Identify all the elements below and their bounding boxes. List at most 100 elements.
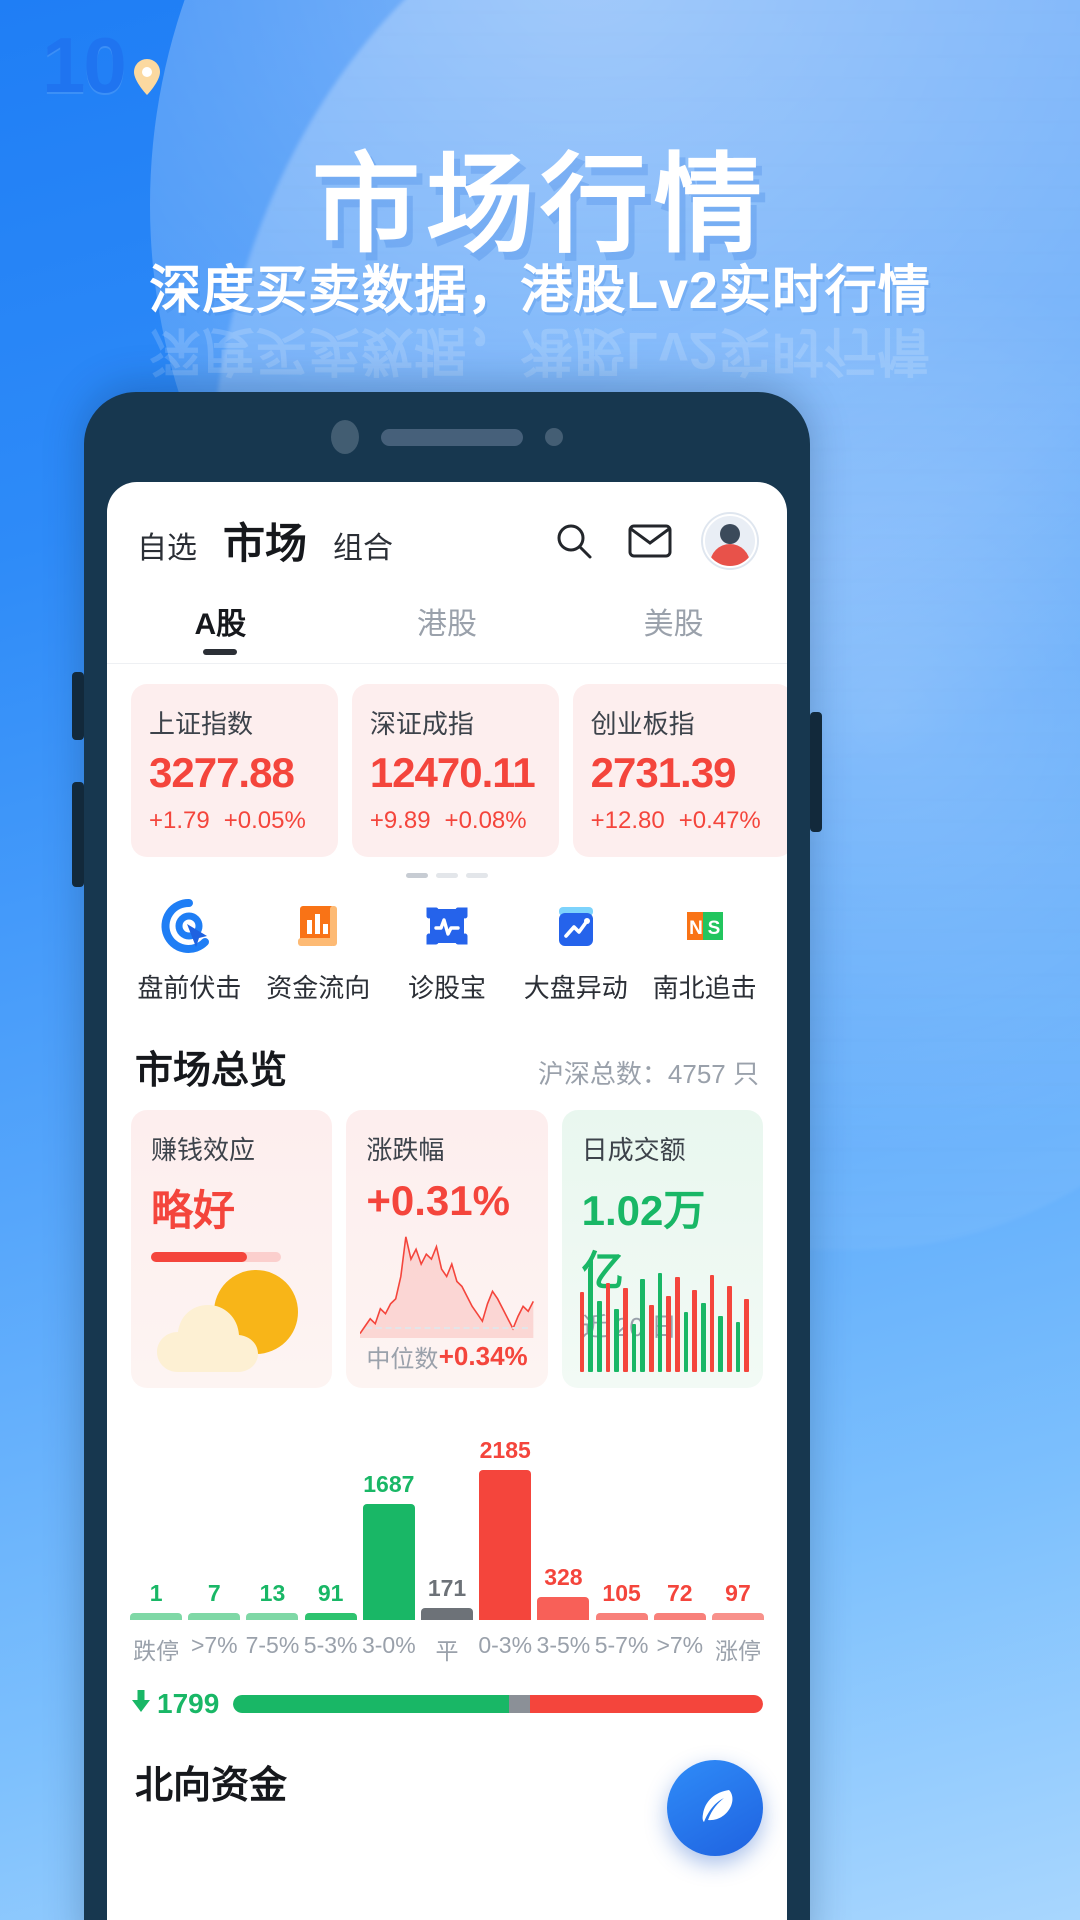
phone-button-left-bottom xyxy=(72,782,84,887)
quick-action-label: 南北追击 xyxy=(652,973,757,1003)
avatar-head xyxy=(720,523,740,544)
carousel-dot[interactable] xyxy=(406,873,428,878)
overview-card-value: +0.31% xyxy=(366,1177,510,1224)
quick-action-label: 大盘异动 xyxy=(523,973,628,1003)
volume-bar xyxy=(666,1296,672,1372)
distribution-value-label: 1 xyxy=(149,1580,163,1606)
distribution-bar xyxy=(246,1613,299,1620)
quick-action-north-south[interactable]: N S 南北追击 xyxy=(640,896,769,1005)
index-card[interactable]: 创业板指 2731.39 +12.80 +0.47% xyxy=(572,684,787,857)
carousel-dot[interactable] xyxy=(466,873,488,878)
mail-icon[interactable] xyxy=(627,518,673,564)
index-card[interactable]: 深证成指 12470.11 +9.89 +0.08% xyxy=(351,684,559,857)
index-change-pct: +0.08% xyxy=(444,807,527,834)
volume-bar xyxy=(744,1298,750,1372)
quick-action-diagnose[interactable]: 诊股宝 xyxy=(383,896,512,1005)
volume-bar xyxy=(683,1311,689,1372)
quick-action-label: 诊股宝 xyxy=(407,973,486,1003)
trend-up-card-icon xyxy=(546,896,606,956)
brand-logo-text: 10 xyxy=(42,21,127,109)
distribution-axis-labels: 跌停 >7% 7-5% 5-3% 3-0% 平 0-3% 3-5% 5-7% >7% 涨停 xyxy=(129,1620,765,1666)
distribution-bar xyxy=(537,1597,590,1620)
quick-action-premarket[interactable]: 盘前伏击 xyxy=(125,896,254,1005)
carousel-dot[interactable] xyxy=(436,873,458,878)
index-name: 深证成指 xyxy=(369,709,474,739)
index-change-abs: +12.80 xyxy=(590,807,665,834)
app-screen: 自选 市场 组合 A股 港股 美股 上证指数 3277.88 +1.79 +0.… xyxy=(107,482,787,1920)
nav-tab-watchlist[interactable]: 自选 xyxy=(137,523,197,567)
index-value: 2731.39 xyxy=(590,749,737,796)
section-title: 市场总览 xyxy=(135,1050,288,1092)
distribution-value-label: 171 xyxy=(427,1575,467,1602)
market-overview-header: 市场总览 沪深总数：4757 只 xyxy=(107,1013,787,1106)
distribution-value-label: 91 xyxy=(317,1580,344,1606)
distribution-category-label: 跌停 xyxy=(133,1638,180,1664)
distribution-category-label: >7% xyxy=(190,1632,238,1658)
distribution-column: 72 xyxy=(653,1410,707,1620)
promo-subtitle: 深度买卖数据，港股Lv2实时行情 xyxy=(149,262,931,320)
quick-action-market-moves[interactable]: 大盘异动 xyxy=(511,896,640,1005)
distribution-value-label: 97 xyxy=(725,1580,751,1606)
distribution-bar xyxy=(304,1613,357,1620)
avatar[interactable] xyxy=(703,513,757,568)
tab-us-shares[interactable]: 美股 xyxy=(560,589,787,663)
overview-card-money-effect[interactable]: 赚钱效应 略好 xyxy=(131,1110,333,1388)
distribution-category-label: >7% xyxy=(656,1632,704,1658)
compose-fab-button[interactable] xyxy=(667,1760,763,1856)
quick-action-row: 盘前伏击 资金流向 诊股宝 大盘异动 N S 南北追击 xyxy=(107,882,787,1013)
volume-bar xyxy=(649,1305,654,1372)
search-icon[interactable] xyxy=(551,518,597,564)
distribution-value-label: 328 xyxy=(544,1564,583,1591)
phone-sensor-dot xyxy=(545,428,563,446)
nav-tab-portfolio[interactable]: 组合 xyxy=(333,523,393,567)
distribution-column: 171 xyxy=(420,1410,474,1620)
overview-card-label: 涨跌幅 xyxy=(366,1135,445,1165)
index-change-pct: +0.05% xyxy=(223,807,306,834)
svg-text:N: N xyxy=(689,918,703,939)
index-name: 创业板指 xyxy=(590,709,695,739)
volume-bar xyxy=(623,1287,628,1372)
volume-bar xyxy=(692,1289,698,1372)
quick-action-fundflow[interactable]: 资金流向 xyxy=(254,896,383,1005)
distribution-value-label: 7 xyxy=(207,1580,221,1606)
distribution-column: 328 xyxy=(536,1410,590,1620)
volume-bar xyxy=(614,1309,620,1372)
volume-bar xyxy=(588,1268,593,1372)
distribution-column: 97 xyxy=(711,1410,765,1620)
volume-bar xyxy=(605,1283,611,1372)
ratio-segment xyxy=(508,1695,530,1713)
volume-bar xyxy=(735,1322,741,1372)
distribution-column: 91 xyxy=(304,1410,358,1620)
overview-card-footer: 中位数 +0.34% xyxy=(366,1327,528,1374)
down-count-group: 1799 xyxy=(131,1688,219,1720)
nav-tab-market[interactable]: 市场 xyxy=(223,510,307,571)
target-cursor-icon xyxy=(159,896,219,956)
distribution-category-label: 3-5% xyxy=(536,1632,591,1658)
index-change: +1.79 +0.05% xyxy=(149,807,320,835)
tab-hk-shares[interactable]: 港股 xyxy=(334,589,561,663)
distribution-value-label: 2185 xyxy=(479,1437,531,1463)
index-change-abs: +1.79 xyxy=(149,807,210,834)
volume-bar xyxy=(579,1292,585,1372)
distribution-value-label: 72 xyxy=(666,1580,693,1606)
index-card[interactable]: 上证指数 3277.88 +1.79 +0.05% xyxy=(131,684,338,857)
overview-card-change[interactable]: 涨跌幅 +0.31% 中位数 +0.34% xyxy=(346,1110,548,1388)
carousel-dots[interactable] xyxy=(107,857,787,882)
quick-action-label: 资金流向 xyxy=(266,973,371,1003)
volume-bar xyxy=(709,1274,715,1372)
index-change: +12.80 +0.47% xyxy=(591,807,775,835)
distribution-category-label: 0-3% xyxy=(478,1632,533,1658)
distribution-column: 1687 xyxy=(362,1410,416,1620)
distribution-bar xyxy=(711,1613,764,1620)
overview-card-turnover[interactable]: 日成交额 1.02万亿 近 20 日 xyxy=(561,1110,763,1388)
total-count-value: 4757 只 xyxy=(667,1059,759,1089)
distribution-value-label: 1687 xyxy=(363,1471,415,1498)
up-down-ratio-bar xyxy=(233,1695,763,1713)
distribution-bar xyxy=(653,1613,706,1620)
up-down-ratio-row: 1799 xyxy=(107,1666,787,1720)
overview-card-value: 略好 xyxy=(151,1187,236,1234)
distribution-column: 13 xyxy=(245,1410,299,1620)
distribution-bar xyxy=(595,1612,648,1620)
svg-text:S: S xyxy=(707,918,720,939)
tab-a-shares[interactable]: A股 xyxy=(107,589,334,663)
